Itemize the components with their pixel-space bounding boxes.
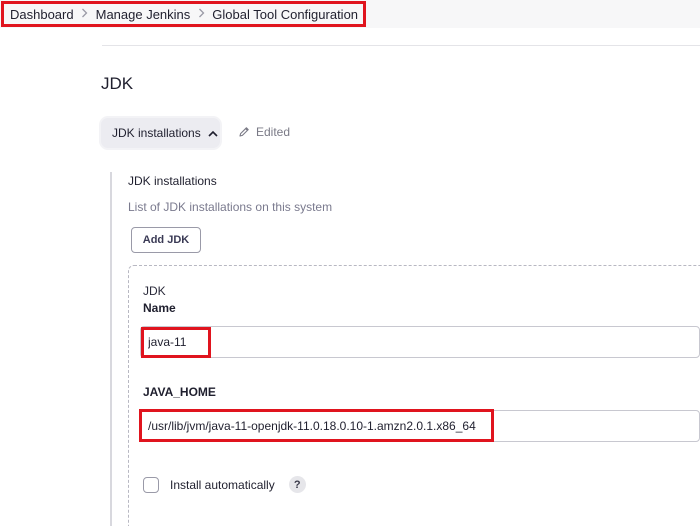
global-tool-configuration-page: Dashboard Manage Jenkins Global Tool Con…: [0, 0, 700, 526]
name-input[interactable]: [148, 327, 688, 357]
breadcrumb: Dashboard Manage Jenkins Global Tool Con…: [1, 1, 366, 27]
java-home-label: JAVA_HOME: [143, 385, 216, 399]
breadcrumb-manage-jenkins[interactable]: Manage Jenkins: [96, 7, 191, 22]
name-field: [140, 326, 700, 358]
jdk-kind-label: JDK: [143, 284, 166, 298]
section-left-rule: [110, 172, 112, 526]
jdk-installations-toggle[interactable]: JDK installations: [101, 118, 220, 148]
java-home-input[interactable]: [148, 411, 688, 441]
breadcrumb-global-tool-configuration[interactable]: Global Tool Configuration: [212, 7, 358, 22]
chevron-right-icon: [190, 7, 212, 21]
installations-description: List of JDK installations on this system: [128, 200, 333, 214]
edited-label: Edited: [256, 125, 291, 139]
chevron-right-icon: [74, 7, 96, 21]
add-jdk-button[interactable]: Add JDK: [131, 227, 201, 253]
install-automatically-row: Install automatically ?: [143, 476, 306, 493]
breadcrumb-dashboard[interactable]: Dashboard: [10, 7, 74, 22]
header-divider: [102, 45, 700, 46]
installations-title: JDK installations: [128, 174, 217, 188]
toggle-label: JDK installations: [112, 126, 201, 140]
chevron-up-icon: [208, 130, 218, 137]
help-icon[interactable]: ?: [288, 476, 306, 493]
edited-indicator: Edited: [238, 125, 290, 139]
name-label: Name: [143, 301, 176, 315]
pencil-icon: [238, 126, 250, 138]
section-title: JDK: [101, 74, 134, 93]
install-automatically-label[interactable]: Install automatically: [170, 478, 275, 492]
install-automatically-checkbox[interactable]: [143, 476, 159, 493]
breadcrumb-bar: Dashboard Manage Jenkins Global Tool Con…: [0, 0, 700, 28]
java-home-field: [140, 410, 700, 442]
